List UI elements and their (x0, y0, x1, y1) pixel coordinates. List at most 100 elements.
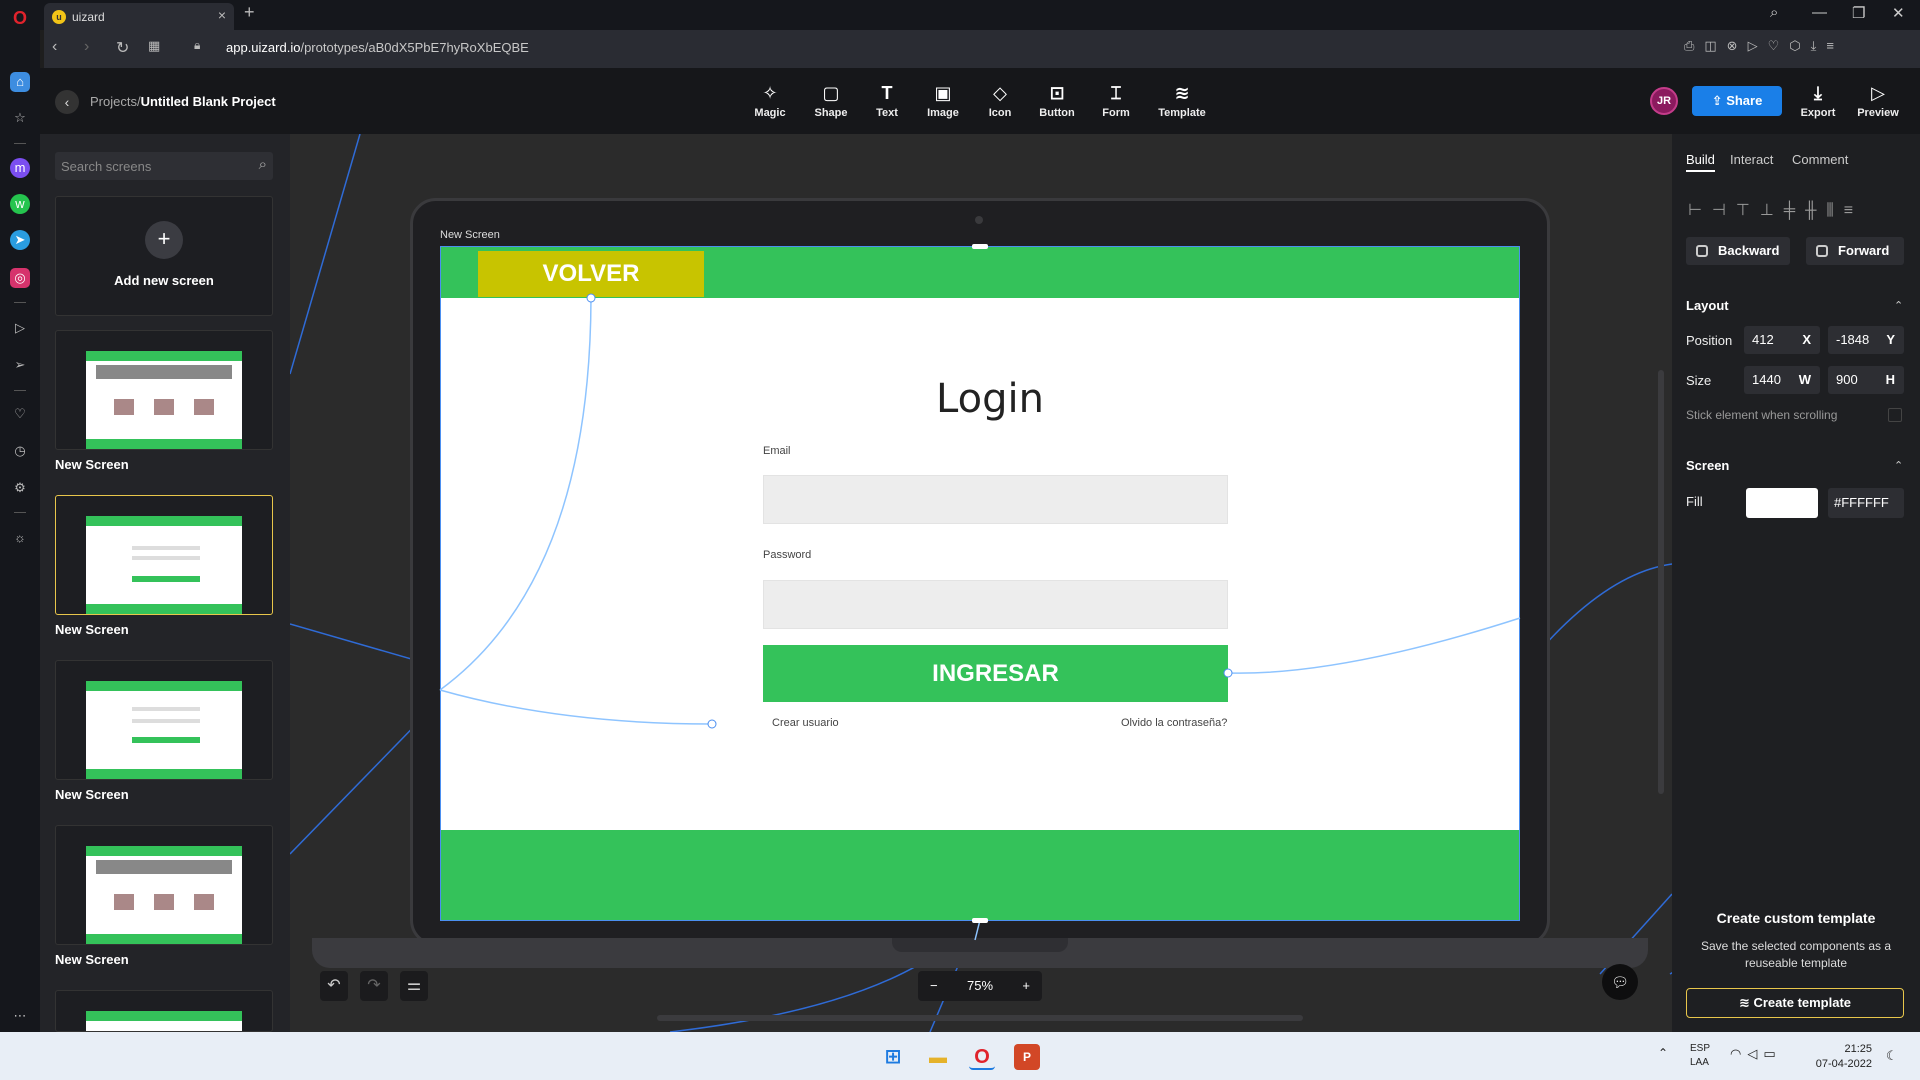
windows-start-icon[interactable]: ⊞ (880, 1044, 906, 1070)
screen-name-label[interactable]: New Screen (440, 229, 500, 241)
undo-icon[interactable]: ↶ (320, 971, 348, 1001)
browser-search-icon[interactable]: ⌕ (1770, 4, 1778, 21)
image-tool[interactable]: ▣ Image (915, 82, 971, 119)
magic-tool[interactable]: ✧ Magic (742, 82, 798, 119)
size-width-input[interactable]: 1440 W (1744, 366, 1820, 394)
address-bar-actions-icon[interactable]: ⎙◫⊗▷♡⬡⤓≡ (1684, 38, 1844, 54)
crear-usuario-link[interactable]: Crear usuario (772, 717, 839, 729)
screen-card[interactable] (55, 330, 273, 450)
star-icon[interactable]: ☆ (10, 108, 30, 128)
screen-card-selected[interactable] (55, 495, 273, 615)
new-tab-button[interactable]: + (244, 2, 255, 23)
custom-template-title: Create custom template (1716, 910, 1876, 926)
settings-icon[interactable]: ⚙ (10, 478, 30, 498)
image-icon: ▣ (934, 83, 952, 103)
send-icon[interactable]: ➢ (10, 355, 30, 375)
template-tool[interactable]: ≋ Template (1154, 82, 1210, 119)
redo-icon[interactable]: ↷ (360, 971, 388, 1001)
instagram-icon[interactable]: ◎ (10, 268, 30, 288)
email-field[interactable] (763, 475, 1228, 524)
horizontal-scrollbar[interactable] (657, 1015, 1303, 1021)
powerpoint-icon[interactable]: P (1014, 1044, 1040, 1070)
back-icon[interactable]: ‹ (52, 38, 57, 56)
text-tool[interactable]: T Text (859, 82, 915, 119)
restore-icon[interactable]: ❐ (1852, 4, 1865, 22)
footer-bar[interactable] (441, 830, 1519, 920)
forward-icon[interactable]: › (84, 38, 89, 56)
opera-taskbar-icon[interactable]: O (969, 1044, 995, 1070)
zoom-out-button[interactable]: − (930, 971, 938, 1001)
button-tool[interactable]: ⊡ Button (1029, 82, 1085, 119)
project-title[interactable]: Untitled Blank Project (141, 94, 276, 109)
tab-build[interactable]: Build (1686, 152, 1715, 172)
tab-close-icon[interactable]: × (218, 7, 226, 23)
messenger-icon[interactable]: m (10, 158, 30, 178)
user-avatar[interactable]: JR (1650, 87, 1678, 115)
back-to-projects-button[interactable]: ‹ (55, 90, 79, 114)
file-explorer-icon[interactable]: ▬ (925, 1044, 951, 1070)
taskbar-clock[interactable]: 21:25 07-04-2022 (1804, 1042, 1872, 1072)
heart-icon[interactable]: ♡ (10, 404, 30, 424)
tab-comment[interactable]: Comment (1792, 152, 1848, 167)
stick-when-scrolling-checkbox[interactable] (1888, 408, 1902, 422)
vertical-scrollbar[interactable] (1658, 370, 1664, 794)
play-icon: ▷ (1871, 83, 1885, 103)
home-icon[interactable]: ⌂ (10, 72, 30, 92)
breadcrumb-projects[interactable]: Projects (90, 94, 137, 109)
forward-button[interactable]: Forward (1806, 237, 1904, 265)
collapse-layout-icon[interactable]: ⌃ (1894, 299, 1903, 312)
position-x-input[interactable]: 412 X (1744, 326, 1820, 354)
collapse-screen-icon[interactable]: ⌃ (1894, 459, 1903, 472)
notifications-icon[interactable]: ☾ (1886, 1048, 1898, 1064)
password-field[interactable] (763, 580, 1228, 629)
size-height-input[interactable]: 900 H (1828, 366, 1904, 394)
fill-color-swatch[interactable] (1746, 488, 1818, 518)
screen-card[interactable] (55, 660, 273, 780)
tab-interact[interactable]: Interact (1730, 152, 1773, 167)
icon-tool[interactable]: ◇ Icon (972, 82, 1028, 119)
tab-title: uizard (72, 9, 105, 24)
align-tools[interactable]: ⊢⊣⊤⊥╪╫⫼≡ (1688, 200, 1863, 220)
fill-hex-input[interactable]: #FFFFFF (1828, 488, 1904, 518)
shape-tool[interactable]: ▢ Shape (803, 82, 859, 119)
olvido-contrasena-link[interactable]: Olvido la contraseña? (1121, 717, 1227, 729)
screen-card[interactable] (55, 990, 273, 1032)
form-tool[interactable]: ⌶ Form (1088, 82, 1144, 119)
backward-button[interactable]: Backward (1686, 237, 1790, 265)
reload-icon[interactable]: ↻ (116, 38, 129, 58)
opera-logo-icon[interactable]: O (10, 8, 30, 28)
player-icon[interactable]: ▷ (10, 318, 30, 338)
settings-sliders-icon[interactable]: ⚌ (400, 971, 428, 1001)
plus-icon[interactable]: + (145, 221, 183, 259)
url-text[interactable]: app.uizard.io/prototypes/aB0dX5PbE7hyRoX… (226, 40, 529, 55)
share-button[interactable]: ⇪ Share (1692, 86, 1782, 116)
ingresar-button[interactable]: INGRESAR (763, 645, 1228, 702)
browser-tab[interactable]: u uizard × (44, 3, 234, 30)
history-icon[interactable]: ◷ (10, 441, 30, 461)
window-close-icon[interactable]: ✕ (1892, 4, 1905, 22)
language-indicator[interactable]: ESP LAA (1690, 1042, 1710, 1070)
telegram-icon[interactable]: ➤ (10, 230, 30, 250)
create-template-button[interactable]: ≋ Create template (1686, 988, 1904, 1018)
password-label[interactable]: Password (763, 549, 811, 561)
volver-button[interactable]: VOLVER (478, 251, 704, 297)
chat-icon[interactable]: 💬︎ (1602, 964, 1638, 1000)
tabs-grid-icon[interactable]: ▦ (148, 38, 160, 54)
position-y-input[interactable]: -1848 Y (1828, 326, 1904, 354)
tray-chevron-icon[interactable]: ⌃ (1658, 1046, 1668, 1060)
login-title[interactable]: Login (860, 376, 1120, 422)
export-button[interactable]: ⤓ Export (1790, 82, 1846, 119)
preview-button[interactable]: ▷ Preview (1850, 82, 1906, 119)
square-icon: ▢ (822, 83, 840, 103)
system-tray-icons[interactable]: ◠◁▭ (1730, 1046, 1782, 1062)
zoom-level[interactable]: 75% (967, 978, 993, 993)
screen-card[interactable] (55, 825, 273, 945)
email-label[interactable]: Email (763, 445, 791, 457)
search-screens-input[interactable]: Search screens ⌕ (55, 152, 273, 180)
minimize-icon[interactable]: — (1812, 4, 1827, 21)
whatsapp-icon[interactable]: w (10, 194, 30, 214)
lightbulb-icon[interactable]: ☼ (10, 528, 30, 548)
zoom-in-button[interactable]: + (1022, 971, 1030, 1001)
more-icon[interactable]: ⋯ (10, 1006, 30, 1026)
layers-icon: ≋ (1738, 995, 1750, 1010)
